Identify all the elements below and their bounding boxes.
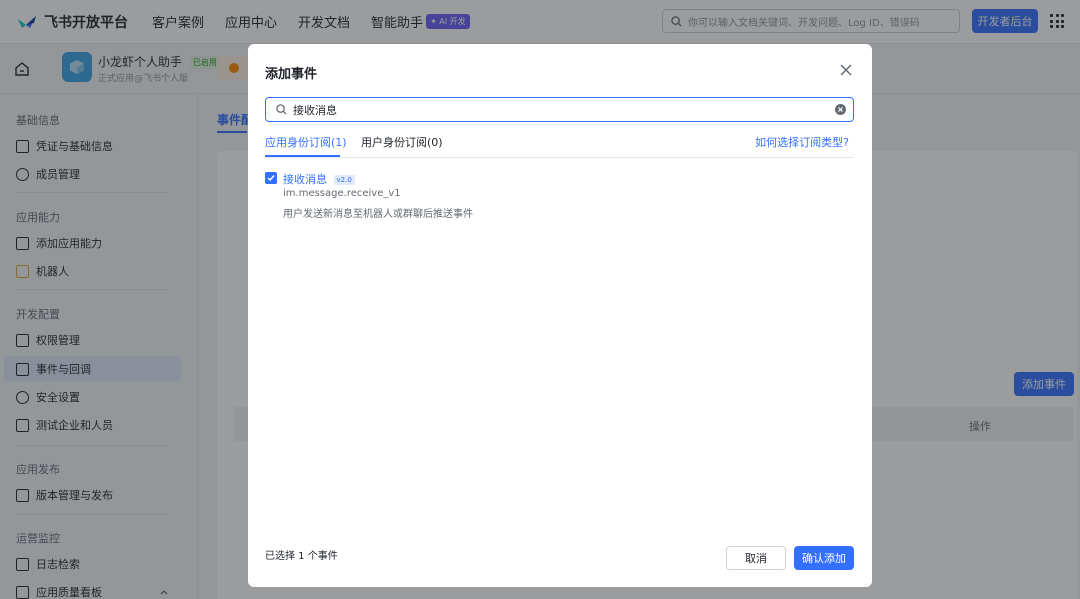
search-icon <box>276 104 287 115</box>
event-search-input[interactable]: 接收消息 <box>265 97 854 122</box>
selected-count: 已选择 1 个事件 <box>265 551 338 562</box>
add-event-dialog: 添加事件 接收消息 应用身份订阅(1) 用户身份订阅(0) 如何选择订阅类型? … <box>248 44 872 587</box>
version-badge: v2.0 <box>333 175 355 185</box>
event-description: 用户发送新消息至机器人或群聊后推送事件 <box>283 209 473 220</box>
dialog-title: 添加事件 <box>265 67 318 82</box>
active-tab-underline <box>265 155 340 157</box>
close-icon[interactable] <box>838 62 854 78</box>
event-name-text: 接收消息 <box>283 173 327 186</box>
event-key: im.message.receive_v1 <box>283 188 401 199</box>
cancel-button[interactable]: 取消 <box>726 546 786 570</box>
subscription-help-link[interactable]: 如何选择订阅类型? <box>755 134 849 150</box>
confirm-add-button[interactable]: 确认添加 <box>794 546 854 570</box>
clear-icon[interactable] <box>835 104 846 115</box>
search-value: 接收消息 <box>293 103 337 117</box>
tab-user-subscription[interactable]: 用户身份订阅(0) <box>361 134 443 150</box>
event-name[interactable]: 接收消息 v2.0 <box>283 171 355 187</box>
checkmark-icon <box>267 175 275 182</box>
tab-app-subscription[interactable]: 应用身份订阅(1) <box>265 134 347 150</box>
event-checkbox[interactable] <box>265 172 277 184</box>
subscription-tabs: 应用身份订阅(1) 用户身份订阅(0) 如何选择订阅类型? <box>265 134 854 158</box>
